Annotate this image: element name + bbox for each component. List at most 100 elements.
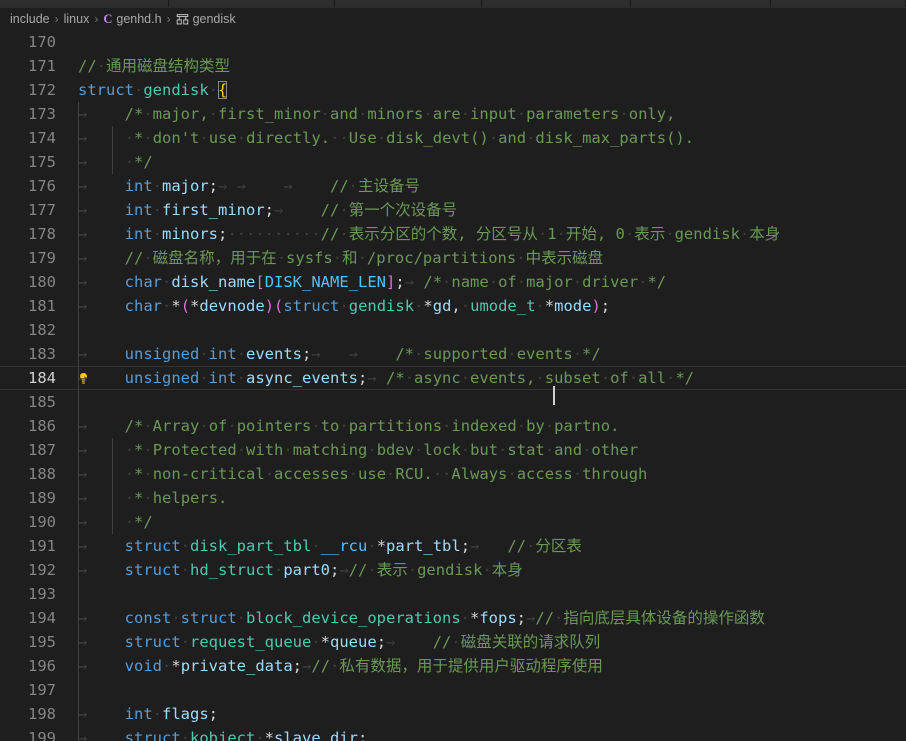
indent-guide [78, 678, 79, 702]
line-number: 180 [28, 273, 56, 291]
chevron-right-icon: › [54, 12, 59, 26]
code-line[interactable]: 190 → ·*/ [0, 510, 906, 534]
code-line[interactable]: 199 → struct·kobject·*slave_dir; [0, 726, 906, 741]
line-content: → ·*/ [78, 513, 153, 531]
line-content: → /*·major,·first_minor·and·minors·are·i… [78, 105, 676, 123]
code-line[interactable]: 197 [0, 678, 906, 702]
code-line[interactable]: 192 → struct·hd_struct·part0;→//·表示·gend… [0, 558, 906, 582]
indent-guide [78, 390, 79, 414]
code-line[interactable]: 177 → int·first_minor;→ //·第一个次设备号 [0, 198, 906, 222]
code-editor-surface[interactable]: 170 171 //·通用磁盘结构类型 172 struct·gendisk·{… [0, 30, 906, 741]
code-line[interactable]: 194 → const·struct·block_device_operatio… [0, 606, 906, 630]
breadcrumb-label: linux [63, 12, 90, 26]
line-number: 183 [28, 345, 56, 363]
line-content: → struct·hd_struct·part0;→//·表示·gendisk·… [78, 561, 523, 579]
line-number: 186 [28, 417, 56, 435]
line-number: 196 [28, 657, 56, 675]
line-content: → struct·request_queue·*queue;→ //·磁盘关联的… [78, 633, 601, 651]
line-number: 173 [28, 105, 56, 123]
line-content: → struct·kobject·*slave_dir; [78, 729, 368, 741]
code-line[interactable]: 183 → unsigned·int·events;→ → /*·support… [0, 342, 906, 366]
code-line[interactable]: 187 → ·*·Protected·with·matching·bdev·lo… [0, 438, 906, 462]
line-content: → ·*/ [78, 153, 153, 171]
line-number: 176 [28, 177, 56, 195]
code-line[interactable]: 185 [0, 390, 906, 414]
line-content: → void·*private_data;→//·私有数据，用于提供用户驱动程序… [78, 657, 603, 675]
breadcrumb-item-genhd-h[interactable]: C genhd.h [103, 12, 161, 27]
indent-guide [78, 318, 79, 342]
line-number: 175 [28, 153, 56, 171]
line-content: → const·struct·block_device_operations·*… [78, 609, 765, 627]
breadcrumb-label: gendisk [192, 12, 236, 26]
line-content: → char·disk_name[DISK_NAME_LEN];→ /*·nam… [78, 273, 667, 291]
code-line[interactable]: 176 → int·major;→ → → //·主设备号 [0, 174, 906, 198]
line-content: → ·*·don't·use·directly.··Use·disk_devt(… [78, 129, 695, 147]
line-number: 195 [28, 633, 56, 651]
line-content: → /*·Array·of·pointers·to·partitions·ind… [78, 417, 620, 435]
code-line[interactable]: 170 [0, 30, 906, 54]
code-line[interactable]: 191 → struct·disk_part_tbl·__rcu·*part_t… [0, 534, 906, 558]
line-number: 188 [28, 465, 56, 483]
line-content: → char·*(*devnode)(struct·gendisk·*gd,·u… [78, 297, 611, 315]
code-line[interactable]: 179 → //·磁盘名称，用于在·sysfs·和·/proc/partitio… [0, 246, 906, 270]
chevron-right-icon: › [94, 12, 99, 26]
code-line[interactable]: 198 → int·flags; [0, 702, 906, 726]
line-content: → int·first_minor;→ //·第一个次设备号 [78, 201, 458, 219]
line-content: → ·*·non-critical·accesses·use·RCU.··Alw… [78, 465, 648, 483]
line-number: 194 [28, 609, 56, 627]
line-number: 193 [28, 585, 56, 603]
code-line[interactable]: 186 → /*·Array·of·pointers·to·partitions… [0, 414, 906, 438]
code-line[interactable]: 178 → int·minors;··········//·表示分区的个数, 分… [0, 222, 906, 246]
code-line-current[interactable]: 184 → unsigned·int·async_events;→ /*·asy… [0, 366, 906, 405]
line-number: 182 [28, 321, 56, 339]
line-content: → ·*·helpers. [78, 489, 228, 507]
line-content: //·通用磁盘结构类型 [78, 57, 231, 75]
line-content: → //·磁盘名称，用于在·sysfs·和·/proc/partitions·中… [78, 249, 604, 267]
indent-guide [78, 582, 79, 606]
code-line[interactable]: 188 → ·*·non-critical·accesses·use·RCU.·… [0, 462, 906, 486]
line-number: 171 [28, 57, 56, 75]
line-content: struct·gendisk·{ [78, 81, 228, 99]
vscode-editor-window: include › linux › C genhd.h › gendisk 17… [0, 0, 906, 741]
line-content: → struct·disk_part_tbl·__rcu·*part_tbl;→… [78, 537, 582, 555]
code-line[interactable]: 193 [0, 582, 906, 606]
line-content: → unsigned·int·events;→ → /*·supported·e… [78, 345, 601, 363]
line-number: 187 [28, 441, 56, 459]
line-number: 185 [28, 393, 56, 411]
breadcrumb-item-linux[interactable]: linux [64, 12, 90, 26]
code-line[interactable]: 180 → char·disk_name[DISK_NAME_LEN];→ /*… [0, 270, 906, 294]
line-number: 190 [28, 513, 56, 531]
code-line[interactable]: 195 → struct·request_queue·*queue;→ //·磁… [0, 630, 906, 654]
struct-symbol-icon [176, 13, 189, 26]
c-file-icon: C [103, 11, 113, 26]
code-line[interactable]: 175 → ·*/ [0, 150, 906, 174]
chevron-right-icon: › [166, 12, 171, 26]
code-line[interactable]: 189 → ·*·helpers. [0, 486, 906, 510]
line-content: → unsigned·int·async_events;→ /*·async·e… [78, 369, 695, 405]
breadcrumb[interactable]: include › linux › C genhd.h › gendisk [0, 8, 906, 30]
line-number: 178 [28, 225, 56, 243]
code-line[interactable]: 174 → ·*·don't·use·directly.··Use·disk_d… [0, 126, 906, 150]
code-line[interactable]: 171 //·通用磁盘结构类型 [0, 54, 906, 78]
code-line[interactable]: 182 [0, 318, 906, 342]
code-line[interactable]: 181 → char·*(*devnode)(struct·gendisk·*g… [0, 294, 906, 318]
breadcrumb-label: genhd.h [116, 12, 162, 26]
line-number: 197 [28, 681, 56, 699]
line-number: 172 [28, 81, 56, 99]
code-line[interactable]: 196 → void·*private_data;→//·私有数据，用于提供用户… [0, 654, 906, 678]
line-number: 198 [28, 705, 56, 723]
code-line[interactable]: 172 struct·gendisk·{ [0, 78, 906, 102]
line-number: 170 [28, 33, 56, 51]
line-number: 191 [28, 537, 56, 555]
line-number: 181 [28, 297, 56, 315]
line-number: 189 [28, 489, 56, 507]
line-content: → ·*·Protected·with·matching·bdev·lock·b… [78, 441, 639, 459]
line-content: → int·minors;··········//·表示分区的个数, 分区号从·… [78, 225, 781, 243]
code-line[interactable]: 173 → /*·major,·first_minor·and·minors·a… [0, 102, 906, 126]
line-number: 174 [28, 129, 56, 147]
line-number: 184 [28, 369, 56, 387]
breadcrumb-label: include [10, 12, 50, 26]
line-content: → int·flags; [78, 705, 219, 723]
breadcrumb-item-include[interactable]: include [10, 12, 50, 26]
breadcrumb-item-gendisk[interactable]: gendisk [176, 12, 236, 26]
